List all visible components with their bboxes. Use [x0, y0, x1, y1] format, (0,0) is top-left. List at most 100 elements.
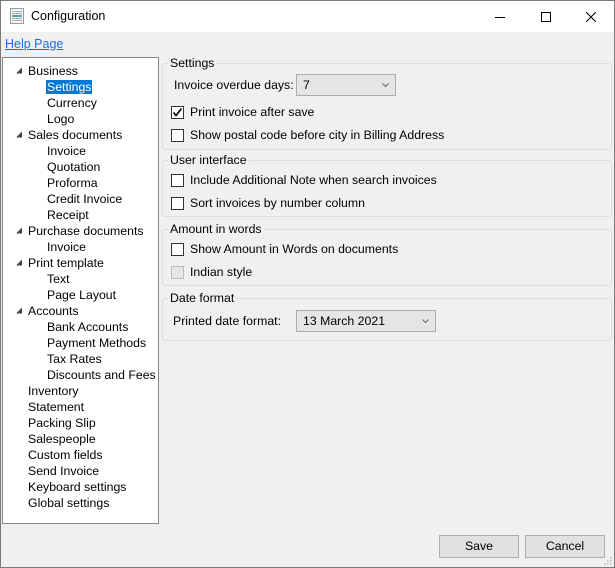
- sort-by-number-option[interactable]: Sort invoices by number column: [171, 194, 365, 212]
- user-interface-group: User interface Include Additional Note w…: [162, 152, 612, 217]
- print-after-save-option[interactable]: Print invoice after save: [171, 103, 314, 121]
- tree-item[interactable]: Salespeople: [28, 431, 96, 447]
- tree-item[interactable]: Receipt: [47, 207, 89, 223]
- tree-item-label: Sales documents: [28, 128, 123, 142]
- amount-in-words-group-title: Amount in words: [168, 221, 264, 237]
- tree-item[interactable]: Quotation: [47, 159, 100, 175]
- overdue-days-value: 7: [303, 78, 310, 92]
- tree-item[interactable]: Invoice: [47, 239, 86, 255]
- maximize-button[interactable]: [523, 1, 569, 32]
- tree-item[interactable]: Sales documents: [16, 127, 123, 143]
- document-icon: [10, 8, 24, 24]
- tree-item[interactable]: Global settings: [28, 495, 109, 511]
- postal-before-city-checkbox[interactable]: [171, 128, 184, 142]
- resize-grip-icon[interactable]: [602, 555, 612, 565]
- tree-item[interactable]: Currency: [47, 95, 97, 111]
- include-note-checkbox[interactable]: [171, 173, 184, 187]
- date-format-group-title: Date format: [168, 290, 237, 306]
- tree-item[interactable]: Settings: [46, 79, 93, 95]
- tree-item[interactable]: Inventory: [28, 383, 79, 399]
- expanded-triangle-icon[interactable]: [15, 63, 25, 79]
- tree-item[interactable]: Custom fields: [28, 447, 103, 463]
- close-button[interactable]: [568, 1, 614, 32]
- date-format-group: Date format Printed date format: 13 Marc…: [162, 290, 612, 341]
- printed-date-label: Printed date format:: [173, 314, 281, 328]
- tree-item-label: Bank Accounts: [47, 320, 129, 334]
- maximize-icon: [541, 11, 551, 22]
- close-icon: [586, 11, 596, 22]
- tree-item[interactable]: Credit Invoice: [47, 191, 122, 207]
- tree-item-label: Discounts and Fees: [47, 368, 156, 382]
- settings-tree[interactable]: Business Settings Currency Logo Sales docume…: [2, 57, 159, 524]
- tree-item-label: Custom fields: [28, 448, 103, 462]
- tree-item[interactable]: Text: [47, 271, 70, 287]
- tree-item-label: Logo: [47, 112, 75, 126]
- tree-item[interactable]: Discounts and Fees: [47, 367, 156, 383]
- tree-item-label: Text: [47, 272, 70, 286]
- printed-date-format-value: 13 March 2021: [303, 314, 386, 328]
- show-words-label: Show Amount in Words on documents: [190, 242, 399, 256]
- print-after-save-checkbox[interactable]: [171, 105, 184, 119]
- minimize-icon: [495, 16, 505, 18]
- tree-item[interactable]: Tax Rates: [47, 351, 102, 367]
- tree-item[interactable]: Keyboard settings: [28, 479, 126, 495]
- tree-item[interactable]: Invoice: [47, 143, 86, 159]
- tree-item-label: Purchase documents: [28, 224, 144, 238]
- chevron-down-icon: [422, 311, 429, 331]
- expanded-triangle-icon[interactable]: [15, 255, 25, 271]
- show-words-option[interactable]: Show Amount in Words on documents: [171, 240, 398, 258]
- printed-date-format-dropdown[interactable]: 13 March 2021: [296, 310, 436, 332]
- overdue-days-dropdown[interactable]: 7: [296, 74, 396, 96]
- tree-item[interactable]: Logo: [47, 111, 74, 127]
- configuration-window: Configuration Help Page Business Settings…: [0, 0, 615, 568]
- tree-item[interactable]: Proforma: [47, 175, 98, 191]
- tree-item-label: Payment Methods: [47, 336, 147, 350]
- overdue-days-row: Invoice overdue days:: [174, 76, 294, 94]
- cancel-button[interactable]: Cancel: [525, 535, 605, 558]
- expanded-triangle-icon[interactable]: [15, 127, 25, 143]
- checkmark-icon: [172, 107, 183, 117]
- minimize-button[interactable]: [477, 1, 523, 32]
- tree-item-label: Settings: [46, 80, 93, 94]
- expanded-triangle-icon[interactable]: [15, 223, 25, 239]
- tree-item[interactable]: Statement: [28, 399, 84, 415]
- save-button[interactable]: Save: [439, 535, 519, 558]
- postal-before-city-option[interactable]: Show postal code before city in Billing …: [171, 126, 444, 144]
- show-words-checkbox[interactable]: [171, 242, 184, 256]
- user-interface-group-title: User interface: [168, 152, 249, 168]
- tree-item[interactable]: Accounts: [16, 303, 79, 319]
- tree-item[interactable]: Purchase documents: [16, 223, 144, 239]
- tree-item-label: Quotation: [47, 160, 101, 174]
- sort-by-number-label: Sort invoices by number column: [190, 196, 365, 210]
- expanded-triangle-icon[interactable]: [15, 303, 25, 319]
- amount-in-words-group: Amount in words Show Amount in Words on …: [162, 221, 612, 286]
- tree-item[interactable]: Business: [16, 63, 78, 79]
- tree-item[interactable]: Page Layout: [47, 287, 116, 303]
- tree-item-label: Print template: [28, 256, 104, 270]
- indian-style-label: Indian style: [190, 265, 253, 279]
- tree-item-label: Invoice: [47, 144, 86, 158]
- tree-item-label: Packing Slip: [28, 416, 96, 430]
- tree-item-label: Invoice: [47, 240, 86, 254]
- tree-item-label: Inventory: [28, 384, 79, 398]
- tree-item-label: Keyboard settings: [28, 480, 127, 494]
- include-note-option[interactable]: Include Additional Note when search invo…: [171, 171, 437, 189]
- postal-before-city-label: Show postal code before city in Billing …: [190, 128, 445, 142]
- tree-item[interactable]: Packing Slip: [28, 415, 96, 431]
- chevron-down-icon: [382, 75, 389, 95]
- tree-item[interactable]: Payment Methods: [47, 335, 146, 351]
- indian-style-option: Indian style: [171, 263, 252, 281]
- include-note-label: Include Additional Note when search invo…: [190, 173, 437, 187]
- title-bar: Configuration: [1, 1, 614, 32]
- window-title: Configuration: [31, 9, 106, 23]
- sort-by-number-checkbox[interactable]: [171, 196, 184, 210]
- overdue-days-label: Invoice overdue days:: [174, 78, 294, 92]
- tree-item[interactable]: Bank Accounts: [47, 319, 128, 335]
- tree-item[interactable]: Print template: [16, 255, 104, 271]
- tree-item-label: Receipt: [47, 208, 89, 222]
- tree-item-label: Credit Invoice: [47, 192, 123, 206]
- tree-item[interactable]: Send Invoice: [28, 463, 99, 479]
- help-page-link[interactable]: Help Page: [5, 37, 63, 51]
- printed-date-row: Printed date format:: [173, 312, 281, 330]
- tree-item-label: Statement: [28, 400, 85, 414]
